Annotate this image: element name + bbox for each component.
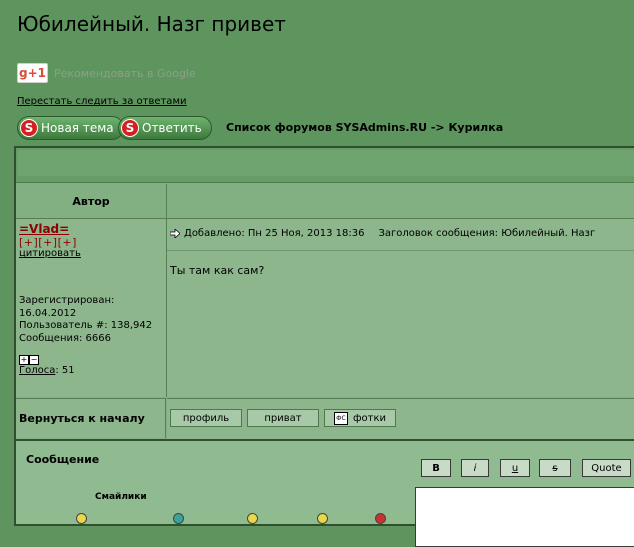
message-column-header (167, 184, 634, 219)
author-cell: =Vlad= [+][+][+] цитировать Зарегистриро… (16, 219, 167, 397)
gplus-widget[interactable]: g+1 Рекомендовать в Google (17, 63, 196, 83)
gplus-text[interactable]: Рекомендовать в Google (54, 67, 196, 80)
arrow-icon (170, 229, 180, 238)
quote-button[interactable]: Quote (582, 459, 631, 477)
s-icon: S (121, 119, 139, 137)
profile-actions: профиль приват ФС фотки (167, 398, 634, 439)
registered-label: Зарегистрирован: (19, 295, 115, 306)
user-info: Зарегистрирован: 16.04.2012 Пользователь… (19, 295, 152, 345)
underline-button[interactable]: u (500, 459, 530, 477)
photo-icon: ФС (333, 411, 348, 425)
unsubscribe-link[interactable]: Перестать следить за ответами (17, 96, 186, 107)
message-label: Сообщение (26, 453, 100, 466)
username-link[interactable]: =Vlad= (19, 222, 69, 236)
s-icon: S (20, 119, 38, 137)
quote-link[interactable]: цитировать (19, 248, 81, 259)
vote-buttons[interactable]: + − (19, 355, 39, 365)
message-date: Добавлено: Пн 25 Ноя, 2013 18:36 (184, 228, 365, 239)
reply-form: Сообщение B i u s Quote Смайлики (16, 439, 634, 547)
message-cell: Добавлено: Пн 25 Ноя, 2013 18:36 Заголов… (167, 219, 634, 397)
private-message-button[interactable]: приват (247, 409, 319, 427)
votes-link[interactable]: Голоса (19, 365, 55, 376)
user-number: Пользователь #: 138,942 (19, 320, 153, 331)
topic-panel: Автор =Vlad= [+][+][+] цитировать Зареги… (14, 146, 634, 547)
reply-button[interactable]: S Ответить (118, 116, 212, 140)
reply-label: Ответить (142, 121, 202, 135)
bold-button[interactable]: B (421, 459, 451, 477)
profile-button[interactable]: профиль (170, 409, 242, 427)
smilies-label: Смайлики (95, 492, 147, 502)
photos-label: фотки (352, 412, 387, 424)
votes: Голоса: 51 (19, 365, 75, 376)
vote-plus-icon[interactable]: + (19, 355, 29, 365)
vote-minus-icon[interactable]: − (29, 355, 39, 365)
strike-button[interactable]: s (539, 459, 571, 477)
breadcrumb[interactable]: Список форумов SYSAdmins.RU -> Курилка (226, 121, 503, 134)
page-title: Юбилейный. Назг привет (17, 12, 286, 36)
message-body: Ты там как сам? (170, 264, 265, 277)
panel-header-bar (18, 150, 634, 176)
panel-header (16, 148, 634, 183)
message-count: Сообщения: 6666 (19, 332, 112, 344)
message-textarea[interactable] (415, 487, 634, 547)
photos-button[interactable]: ФС фотки (324, 409, 396, 427)
votes-count: : 51 (55, 365, 75, 376)
back-to-top-link[interactable]: Вернуться к началу (16, 398, 166, 438)
message-meta: Добавлено: Пн 25 Ноя, 2013 18:36 Заголов… (170, 228, 595, 239)
registered-date: 16.04.2012 (19, 307, 77, 319)
gplus-icon[interactable]: g+1 (17, 63, 48, 83)
author-column-header: Автор (16, 184, 167, 219)
divider (167, 250, 634, 251)
new-topic-label: Новая тема (41, 121, 114, 135)
new-topic-button[interactable]: S Новая тема (17, 116, 124, 140)
message-subject: Заголовок сообщения: Юбилейный. Назг (378, 228, 596, 239)
italic-button[interactable]: i (461, 459, 489, 477)
